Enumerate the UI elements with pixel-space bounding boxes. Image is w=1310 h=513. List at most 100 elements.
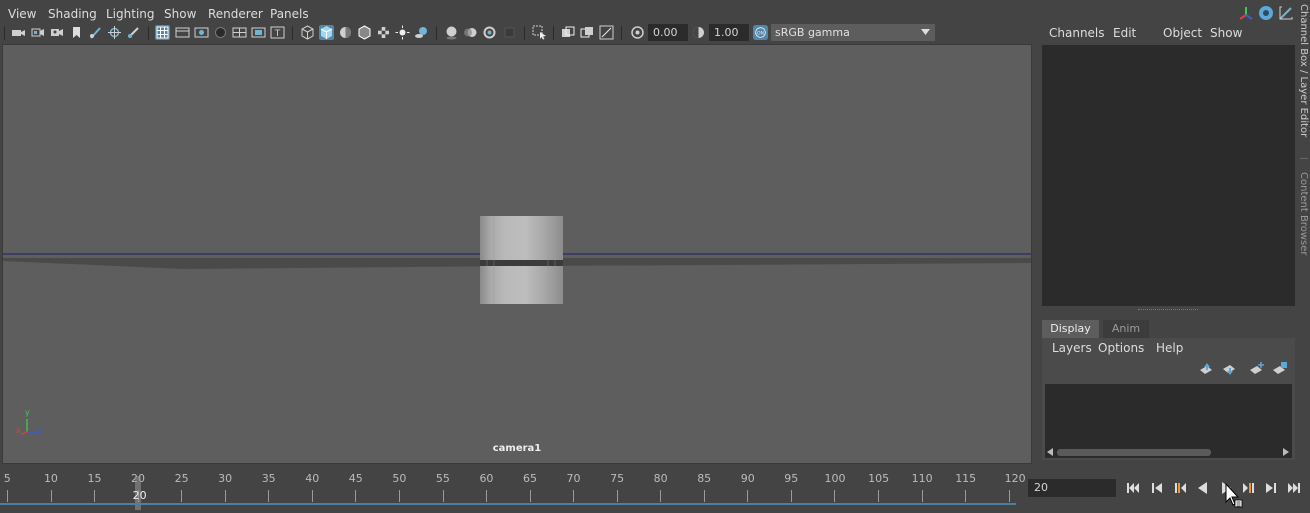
- svg-text:ON: ON: [757, 31, 764, 37]
- menu-help[interactable]: Help: [1156, 341, 1183, 355]
- time-tick-major: [790, 490, 792, 502]
- menu-panels[interactable]: Panels: [270, 7, 309, 21]
- time-tick-label: 65: [523, 472, 537, 485]
- time-slider[interactable]: 5 10 15 20 25 30 35 40 45 50 55 60 65 70 75 80 85 90 95 100…: [0, 466, 1026, 513]
- color-space-dropdown[interactable]: sRGB gamma: [771, 24, 935, 41]
- time-tick-label: 35: [261, 472, 276, 485]
- menu-view[interactable]: View: [8, 7, 36, 21]
- time-tick-major: [1008, 490, 1010, 502]
- select-camera-icon[interactable]: [11, 25, 26, 40]
- axis-tool-icon[interactable]: [1238, 5, 1254, 21]
- gate-mask-icon[interactable]: [213, 25, 228, 40]
- time-tick-label: 50: [392, 472, 407, 485]
- channel-box-list[interactable]: [1042, 45, 1295, 306]
- film-gate-icon[interactable]: [175, 25, 190, 40]
- xray-icon[interactable]: [561, 25, 576, 40]
- menu-lighting[interactable]: Lighting: [106, 7, 155, 21]
- time-tick-label: 120: [1004, 472, 1026, 485]
- time-tick-label: 90: [740, 472, 755, 485]
- wireframe-on-shaded-icon[interactable]: [357, 25, 372, 40]
- screen-space-ao-icon[interactable]: [444, 25, 459, 40]
- tab-content-browser[interactable]: Content Browser: [1298, 172, 1309, 255]
- exposure-icon[interactable]: [630, 25, 645, 40]
- bookmark-camera-icon[interactable]: [50, 25, 65, 40]
- time-tick-major: [834, 490, 836, 502]
- motion-blur-icon[interactable]: [463, 25, 478, 40]
- tab-channel-box-layer-editor[interactable]: Channel Box / Layer Editor: [1298, 4, 1309, 137]
- tab-display[interactable]: Display: [1042, 320, 1099, 338]
- pan-zoom-icon[interactable]: [107, 25, 122, 40]
- step-forward-frame-icon[interactable]: [1263, 480, 1279, 496]
- scroll-left-icon[interactable]: [1047, 448, 1054, 456]
- use-default-material-icon[interactable]: [338, 25, 353, 40]
- time-tick-major: [747, 490, 749, 502]
- time-tick-major: [878, 490, 879, 502]
- resolution-gate-icon[interactable]: [194, 25, 209, 40]
- toolbar-separator: [524, 26, 525, 40]
- channel-box-panel: Channels Edit Object Show Display Anim L…: [1034, 0, 1300, 466]
- color-space-value: sRGB gamma: [775, 26, 850, 39]
- isolate-select-icon[interactable]: [532, 25, 547, 40]
- move-layer-up-icon[interactable]: [1198, 361, 1214, 377]
- grease-pencil-icon[interactable]: [88, 25, 103, 40]
- time-tick-major: [181, 490, 183, 502]
- menu-shading[interactable]: Shading: [48, 7, 97, 21]
- scroll-right-icon[interactable]: [1283, 448, 1290, 456]
- menu-renderer[interactable]: Renderer: [208, 7, 263, 21]
- new-layer-selected-icon[interactable]: [1272, 361, 1288, 377]
- shadows-icon[interactable]: [414, 25, 429, 40]
- cylinder-object[interactable]: [480, 216, 563, 304]
- time-tick-major: [94, 490, 96, 502]
- go-to-end-icon[interactable]: [1286, 480, 1302, 496]
- grease-brush-icon[interactable]: [126, 25, 141, 40]
- go-to-start-icon[interactable]: [1125, 480, 1141, 496]
- panel-resize-handle[interactable]: [1138, 309, 1198, 312]
- toolbar-separator: [292, 26, 293, 40]
- view-transform-toggle-icon[interactable]: ON: [752, 24, 769, 41]
- wireframe-icon[interactable]: [300, 25, 315, 40]
- menu-channels[interactable]: Channels: [1049, 26, 1105, 40]
- menu-layers[interactable]: Layers: [1052, 341, 1092, 355]
- smooth-shade-icon[interactable]: [319, 25, 334, 40]
- viewport-3d[interactable]: y z x camera1: [2, 44, 1032, 464]
- menu-edit[interactable]: Edit: [1113, 26, 1136, 40]
- exposure-field[interactable]: 0.00: [648, 24, 688, 41]
- time-tick-label: 100: [824, 472, 846, 485]
- menu-show[interactable]: Show: [164, 7, 196, 21]
- time-tick-major: [529, 490, 531, 502]
- lighting-icon[interactable]: [395, 25, 410, 40]
- viewport-panel: View Shading Lighting Show Renderer Pane…: [0, 0, 1034, 466]
- axis-z-label: z: [38, 426, 43, 435]
- layer-list[interactable]: [1045, 384, 1292, 446]
- step-back-frame-icon[interactable]: [1149, 480, 1165, 496]
- xray-joints-icon[interactable]: [599, 25, 614, 40]
- safe-title-icon[interactable]: T: [270, 25, 285, 40]
- safe-action-icon[interactable]: [251, 25, 266, 40]
- gamma-field[interactable]: 1.00: [709, 24, 749, 41]
- scrollbar-thumb[interactable]: [1057, 449, 1211, 456]
- menu-object[interactable]: Object: [1163, 26, 1202, 40]
- attribute-editor-icon[interactable]: [1258, 5, 1274, 21]
- play-backwards-icon[interactable]: [1195, 480, 1211, 496]
- camera-attributes-icon[interactable]: [31, 25, 46, 40]
- tab-anim[interactable]: Anim: [1103, 320, 1149, 338]
- tool-settings-icon[interactable]: [1278, 5, 1294, 21]
- time-tick-label: 70: [566, 472, 581, 485]
- textured-icon[interactable]: [376, 25, 391, 40]
- time-tick-label: 105: [868, 472, 890, 485]
- gamma-icon[interactable]: [691, 25, 706, 40]
- time-slider-track[interactable]: 5 10 15 20 25 30 35 40 45 50 55 60 65 70 75 80 85 90 95 100…: [2, 470, 1026, 510]
- xray-active-components-icon[interactable]: [580, 25, 595, 40]
- current-frame-field[interactable]: 20: [1028, 479, 1116, 497]
- bookmark-icon[interactable]: [69, 25, 84, 40]
- move-layer-down-icon[interactable]: [1221, 361, 1237, 377]
- step-back-key-icon[interactable]: [1172, 480, 1188, 496]
- new-empty-layer-icon[interactable]: [1249, 361, 1265, 377]
- layer-list-scrollbar[interactable]: [1045, 446, 1292, 458]
- depth-of-field-icon[interactable]: [502, 25, 517, 40]
- menu-options[interactable]: Options: [1098, 341, 1144, 355]
- grid-icon[interactable]: [155, 25, 170, 40]
- anti-aliasing-icon[interactable]: [482, 25, 497, 40]
- menu-show[interactable]: Show: [1210, 26, 1242, 40]
- field-chart-icon[interactable]: [232, 25, 247, 40]
